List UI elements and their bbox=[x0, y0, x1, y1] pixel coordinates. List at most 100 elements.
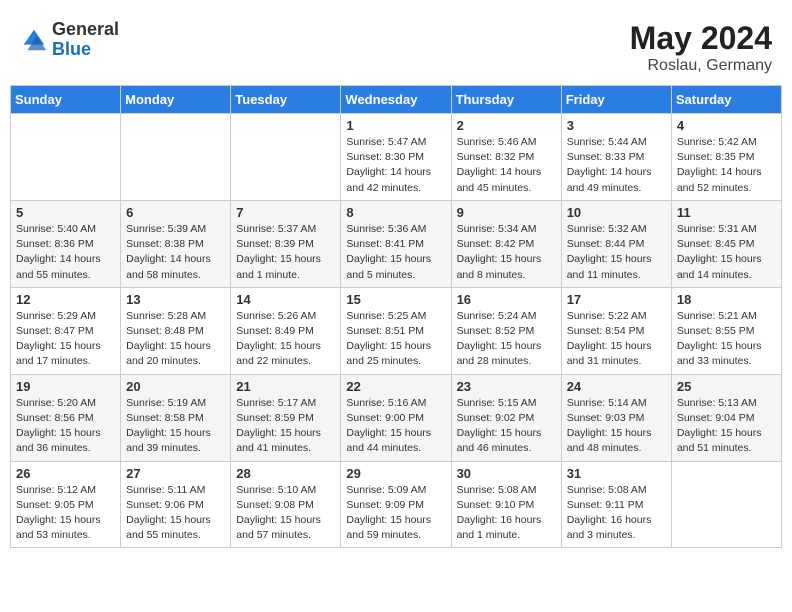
calendar-cell: 12 Sunrise: 5:29 AMSunset: 8:47 PMDayligh… bbox=[11, 287, 121, 374]
calendar-cell: 11 Sunrise: 5:31 AMSunset: 8:45 PMDayligh… bbox=[671, 200, 781, 287]
day-info: Sunrise: 5:16 AMSunset: 9:00 PMDaylight:… bbox=[346, 396, 445, 457]
day-number: 25 bbox=[677, 379, 776, 394]
calendar-cell bbox=[121, 114, 231, 201]
day-info: Sunrise: 5:12 AMSunset: 9:05 PMDaylight:… bbox=[16, 483, 115, 544]
calendar-week-row: 12 Sunrise: 5:29 AMSunset: 8:47 PMDayligh… bbox=[11, 287, 782, 374]
calendar-cell: 2Sunrise: 5:46 AMSunset: 8:32 PMDaylight… bbox=[451, 114, 561, 201]
logo-text: General Blue bbox=[52, 20, 119, 60]
calendar-table: SundayMondayTuesdayWednesdayThursdayFrid… bbox=[10, 85, 782, 548]
calendar-cell: 15 Sunrise: 5:25 AMSunset: 8:51 PMDayligh… bbox=[341, 287, 451, 374]
calendar-cell: 23 Sunrise: 5:15 AMSunset: 9:02 PMDayligh… bbox=[451, 374, 561, 461]
page-header: General Blue May 2024 Roslau, Germany bbox=[10, 10, 782, 80]
location: Roslau, Germany bbox=[630, 57, 772, 75]
day-info: Sunrise: 5:47 AMSunset: 8:30 PMDaylight:… bbox=[346, 135, 445, 196]
day-number: 9 bbox=[457, 205, 556, 220]
day-number: 11 bbox=[677, 205, 776, 220]
day-info: Sunrise: 5:11 AMSunset: 9:06 PMDaylight:… bbox=[126, 483, 225, 544]
day-info: Sunrise: 5:19 AMSunset: 8:58 PMDaylight:… bbox=[126, 396, 225, 457]
calendar-cell: 10Sunrise: 5:32 AMSunset: 8:44 PMDayligh… bbox=[561, 200, 671, 287]
calendar-cell: 16 Sunrise: 5:24 AMSunset: 8:52 PMDayligh… bbox=[451, 287, 561, 374]
weekday-header-row: SundayMondayTuesdayWednesdayThursdayFrid… bbox=[11, 86, 782, 114]
day-info: Sunrise: 5:34 AMSunset: 8:42 PMDaylight:… bbox=[457, 222, 556, 283]
logo-icon bbox=[20, 26, 48, 54]
day-info: Sunrise: 5:14 AMSunset: 9:03 PMDaylight:… bbox=[567, 396, 666, 457]
weekday-header-friday: Friday bbox=[561, 86, 671, 114]
day-info: Sunrise: 5:10 AMSunset: 9:08 PMDaylight:… bbox=[236, 483, 335, 544]
calendar-cell: 28Sunrise: 5:10 AMSunset: 9:08 PMDayligh… bbox=[231, 461, 341, 548]
day-number: 7 bbox=[236, 205, 335, 220]
weekday-header-saturday: Saturday bbox=[671, 86, 781, 114]
day-number: 27 bbox=[126, 466, 225, 481]
calendar-cell: 1 Sunrise: 5:47 AMSunset: 8:30 PMDaylight… bbox=[341, 114, 451, 201]
day-number: 18 bbox=[677, 292, 776, 307]
day-number: 23 bbox=[457, 379, 556, 394]
day-number: 19 bbox=[16, 379, 115, 394]
day-number: 14 bbox=[236, 292, 335, 307]
calendar-cell: 7 Sunrise: 5:37 AMSunset: 8:39 PMDaylight… bbox=[231, 200, 341, 287]
calendar-week-row: 5 Sunrise: 5:40 AMSunset: 8:36 PMDaylight… bbox=[11, 200, 782, 287]
calendar-cell: 5 Sunrise: 5:40 AMSunset: 8:36 PMDaylight… bbox=[11, 200, 121, 287]
day-info: Sunrise: 5:31 AMSunset: 8:45 PMDaylight:… bbox=[677, 222, 776, 283]
day-info: Sunrise: 5:24 AMSunset: 8:52 PMDaylight:… bbox=[457, 309, 556, 370]
day-number: 29 bbox=[346, 466, 445, 481]
calendar-cell: 21Sunrise: 5:17 AMSunset: 8:59 PMDayligh… bbox=[231, 374, 341, 461]
calendar-week-row: 19 Sunrise: 5:20 AMSunset: 8:56 PMDayligh… bbox=[11, 374, 782, 461]
day-number: 20 bbox=[126, 379, 225, 394]
day-info: Sunrise: 5:29 AMSunset: 8:47 PMDaylight:… bbox=[16, 309, 115, 370]
day-number: 30 bbox=[457, 466, 556, 481]
calendar-cell: 24 Sunrise: 5:14 AMSunset: 9:03 PMDayligh… bbox=[561, 374, 671, 461]
title-block: May 2024 Roslau, Germany bbox=[630, 20, 772, 75]
calendar-week-row: 26Sunrise: 5:12 AMSunset: 9:05 PMDayligh… bbox=[11, 461, 782, 548]
day-info: Sunrise: 5:08 AMSunset: 9:10 PMDaylight:… bbox=[457, 483, 556, 544]
day-info: Sunrise: 5:40 AMSunset: 8:36 PMDaylight:… bbox=[16, 222, 115, 283]
day-info: Sunrise: 5:37 AMSunset: 8:39 PMDaylight:… bbox=[236, 222, 335, 283]
calendar-cell: 17Sunrise: 5:22 AMSunset: 8:54 PMDayligh… bbox=[561, 287, 671, 374]
day-info: Sunrise: 5:39 AMSunset: 8:38 PMDaylight:… bbox=[126, 222, 225, 283]
weekday-header-thursday: Thursday bbox=[451, 86, 561, 114]
calendar-cell: 31 Sunrise: 5:08 AMSunset: 9:11 PMDayligh… bbox=[561, 461, 671, 548]
calendar-cell: 6Sunrise: 5:39 AMSunset: 8:38 PMDaylight… bbox=[121, 200, 231, 287]
day-number: 1 bbox=[346, 118, 445, 133]
day-number: 4 bbox=[677, 118, 776, 133]
logo-blue-text: Blue bbox=[52, 40, 119, 60]
day-number: 15 bbox=[346, 292, 445, 307]
calendar-cell: 18Sunrise: 5:21 AMSunset: 8:55 PMDayligh… bbox=[671, 287, 781, 374]
calendar-cell bbox=[11, 114, 121, 201]
day-info: Sunrise: 5:13 AMSunset: 9:04 PMDaylight:… bbox=[677, 396, 776, 457]
calendar-cell: 8 Sunrise: 5:36 AMSunset: 8:41 PMDaylight… bbox=[341, 200, 451, 287]
calendar-cell: 29 Sunrise: 5:09 AMSunset: 9:09 PMDayligh… bbox=[341, 461, 451, 548]
day-number: 5 bbox=[16, 205, 115, 220]
weekday-header-tuesday: Tuesday bbox=[231, 86, 341, 114]
day-info: Sunrise: 5:46 AMSunset: 8:32 PMDaylight:… bbox=[457, 135, 556, 196]
day-info: Sunrise: 5:17 AMSunset: 8:59 PMDaylight:… bbox=[236, 396, 335, 457]
day-number: 8 bbox=[346, 205, 445, 220]
day-number: 31 bbox=[567, 466, 666, 481]
day-number: 12 bbox=[16, 292, 115, 307]
day-number: 24 bbox=[567, 379, 666, 394]
day-number: 10 bbox=[567, 205, 666, 220]
calendar-cell: 30 Sunrise: 5:08 AMSunset: 9:10 PMDayligh… bbox=[451, 461, 561, 548]
calendar-cell: 9 Sunrise: 5:34 AMSunset: 8:42 PMDaylight… bbox=[451, 200, 561, 287]
calendar-cell bbox=[671, 461, 781, 548]
day-info: Sunrise: 5:26 AMSunset: 8:49 PMDaylight:… bbox=[236, 309, 335, 370]
logo: General Blue bbox=[20, 20, 119, 60]
calendar-cell: 4 Sunrise: 5:42 AMSunset: 8:35 PMDaylight… bbox=[671, 114, 781, 201]
calendar-cell: 27 Sunrise: 5:11 AMSunset: 9:06 PMDayligh… bbox=[121, 461, 231, 548]
day-info: Sunrise: 5:15 AMSunset: 9:02 PMDaylight:… bbox=[457, 396, 556, 457]
day-info: Sunrise: 5:36 AMSunset: 8:41 PMDaylight:… bbox=[346, 222, 445, 283]
calendar-cell: 26Sunrise: 5:12 AMSunset: 9:05 PMDayligh… bbox=[11, 461, 121, 548]
day-info: Sunrise: 5:28 AMSunset: 8:48 PMDaylight:… bbox=[126, 309, 225, 370]
calendar-cell: 25 Sunrise: 5:13 AMSunset: 9:04 PMDayligh… bbox=[671, 374, 781, 461]
calendar-cell: 22Sunrise: 5:16 AMSunset: 9:00 PMDayligh… bbox=[341, 374, 451, 461]
weekday-header-sunday: Sunday bbox=[11, 86, 121, 114]
day-info: Sunrise: 5:08 AMSunset: 9:11 PMDaylight:… bbox=[567, 483, 666, 544]
day-info: Sunrise: 5:20 AMSunset: 8:56 PMDaylight:… bbox=[16, 396, 115, 457]
calendar-week-row: 1 Sunrise: 5:47 AMSunset: 8:30 PMDaylight… bbox=[11, 114, 782, 201]
day-number: 16 bbox=[457, 292, 556, 307]
calendar-cell bbox=[231, 114, 341, 201]
day-number: 13 bbox=[126, 292, 225, 307]
day-info: Sunrise: 5:09 AMSunset: 9:09 PMDaylight:… bbox=[346, 483, 445, 544]
day-info: Sunrise: 5:42 AMSunset: 8:35 PMDaylight:… bbox=[677, 135, 776, 196]
day-info: Sunrise: 5:25 AMSunset: 8:51 PMDaylight:… bbox=[346, 309, 445, 370]
logo-general-text: General bbox=[52, 20, 119, 40]
